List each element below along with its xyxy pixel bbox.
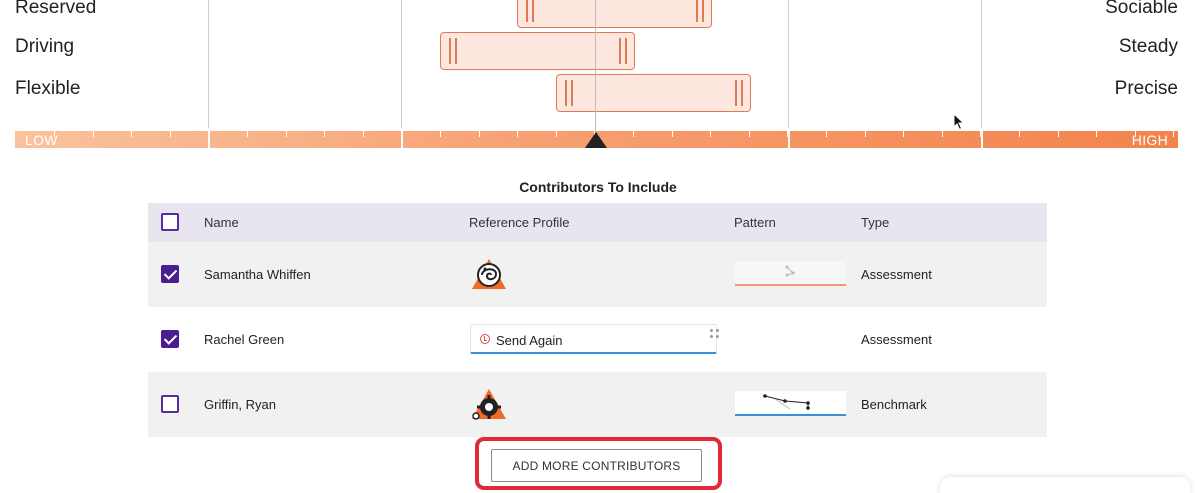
center-line bbox=[595, 0, 596, 134]
scale-low-label: LOW bbox=[25, 132, 58, 148]
table-row[interactable]: Rachel Green Send Again Assessment bbox=[148, 307, 1047, 372]
scale-tick bbox=[517, 131, 518, 137]
table-header: Name Reference Profile Pattern Type bbox=[148, 203, 1047, 242]
position-marker-triangle-icon bbox=[585, 132, 607, 148]
column-header-pattern[interactable]: Pattern bbox=[734, 215, 776, 230]
scale-tick bbox=[865, 131, 866, 137]
chameleon-profile-icon bbox=[472, 259, 506, 289]
scale-tick bbox=[363, 131, 364, 137]
send-again-label: Send Again bbox=[496, 333, 563, 348]
factor-right-label: Precise bbox=[1114, 78, 1178, 99]
factor-row-driving-steady: Driving Steady bbox=[0, 32, 1196, 70]
scale-section-divider bbox=[788, 131, 790, 148]
contributors-section-title: Contributors To Include bbox=[519, 179, 677, 195]
scale-tick bbox=[787, 131, 788, 137]
table-row[interactable]: Samantha Whiffen Assessment bbox=[148, 242, 1047, 307]
factor-range-bar bbox=[440, 32, 635, 70]
scale-tick bbox=[710, 131, 711, 137]
row-checkbox[interactable] bbox=[161, 265, 179, 283]
add-contributors-highlight: ADD MORE CONTRIBUTORS bbox=[475, 437, 722, 490]
contributor-name: Griffin, Ryan bbox=[204, 397, 277, 412]
scale-tick bbox=[93, 131, 94, 137]
scale-tick bbox=[1135, 131, 1136, 137]
contributor-type: Assessment bbox=[861, 267, 932, 282]
scale-tick bbox=[556, 131, 557, 137]
contributors-table: Name Reference Profile Pattern Type Sama… bbox=[148, 203, 1047, 437]
scale-tick bbox=[479, 131, 480, 137]
gear-profile-icon bbox=[472, 389, 506, 420]
factor-right-label: Steady bbox=[1118, 36, 1178, 57]
pattern-graph-icon bbox=[785, 265, 796, 277]
scale-tick bbox=[826, 131, 827, 137]
scale-tick bbox=[131, 131, 132, 137]
pattern-thumbnail[interactable] bbox=[735, 391, 846, 416]
scale-tick bbox=[672, 131, 673, 137]
scale-tick bbox=[1096, 131, 1097, 137]
clock-icon bbox=[480, 334, 490, 344]
scale-tick bbox=[633, 131, 634, 137]
factor-range-bar bbox=[517, 0, 712, 28]
contributor-name: Samantha Whiffen bbox=[204, 267, 311, 282]
send-again-field[interactable]: Send Again bbox=[470, 324, 717, 354]
factor-left-label: Flexible bbox=[15, 78, 81, 99]
scale-high-label: HIGH bbox=[1131, 132, 1168, 148]
scale-tick bbox=[942, 131, 943, 137]
column-header-type[interactable]: Type bbox=[861, 215, 889, 230]
factor-left-label: Reserved bbox=[15, 0, 97, 18]
pattern-thumbnail[interactable] bbox=[735, 261, 846, 286]
scale-tick bbox=[1019, 131, 1020, 137]
contributor-type: Benchmark bbox=[861, 397, 927, 412]
column-header-reference-profile[interactable]: Reference Profile bbox=[469, 215, 569, 230]
add-more-contributors-button[interactable]: ADD MORE CONTRIBUTORS bbox=[491, 449, 702, 482]
scale-tick bbox=[1173, 131, 1174, 137]
drag-dots-icon[interactable] bbox=[710, 329, 720, 339]
scale-tick bbox=[286, 131, 287, 137]
contributor-type: Assessment bbox=[861, 332, 932, 347]
column-header-name[interactable]: Name bbox=[204, 215, 239, 230]
contributor-name: Rachel Green bbox=[204, 332, 285, 347]
row-checkbox[interactable] bbox=[161, 330, 179, 348]
factor-row-flexible-precise: Flexible Precise bbox=[0, 74, 1196, 112]
select-all-checkbox[interactable] bbox=[161, 213, 179, 231]
floating-panel-edge bbox=[940, 477, 1190, 493]
factor-chart: Reserved Sociable Driving Steady Flexibl… bbox=[0, 0, 1196, 160]
scale-tick bbox=[749, 131, 750, 137]
scale-tick bbox=[324, 131, 325, 137]
scale-tick bbox=[903, 131, 904, 137]
scale-tick bbox=[170, 131, 171, 137]
factor-left-label: Driving bbox=[15, 36, 75, 57]
table-row[interactable]: Griffin, Ryan Benchmark bbox=[148, 372, 1047, 437]
scale-tick bbox=[1058, 131, 1059, 137]
factor-range-bar bbox=[556, 74, 751, 112]
scale-tick bbox=[208, 131, 209, 137]
scale-section-divider bbox=[981, 131, 983, 148]
factor-right-label: Sociable bbox=[1105, 0, 1178, 18]
mouse-cursor-icon bbox=[953, 113, 965, 131]
pattern-graph-icon bbox=[763, 394, 810, 410]
scale-tick bbox=[980, 131, 981, 137]
scale-tick bbox=[401, 131, 402, 137]
scale-tick bbox=[247, 131, 248, 137]
factor-row-reserved-sociable: Reserved Sociable bbox=[0, 0, 1196, 28]
scale-tick bbox=[54, 131, 55, 137]
row-checkbox[interactable] bbox=[161, 395, 179, 413]
scale-tick bbox=[440, 131, 441, 137]
